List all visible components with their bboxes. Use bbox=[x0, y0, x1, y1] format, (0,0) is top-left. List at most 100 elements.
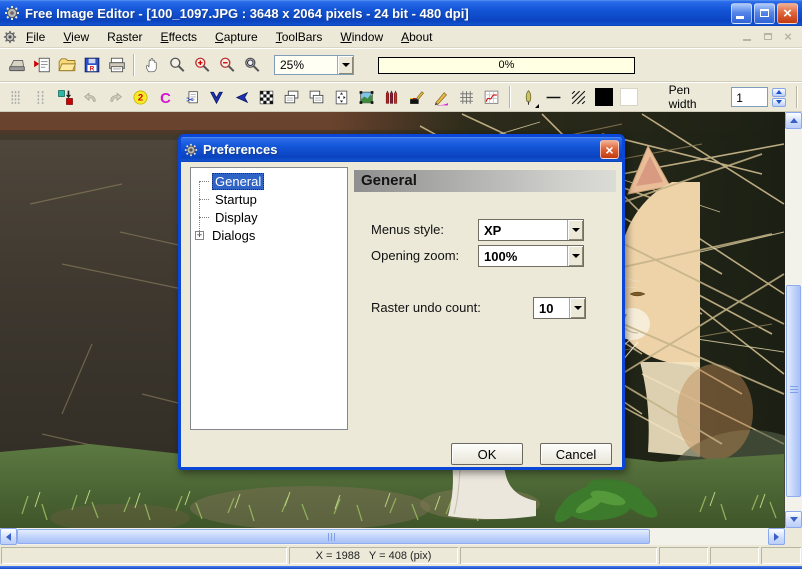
print-button[interactable] bbox=[104, 52, 129, 78]
pen-width-down-button[interactable] bbox=[771, 97, 786, 107]
save-button[interactable]: R bbox=[79, 52, 104, 78]
close-button[interactable]: × bbox=[777, 2, 798, 24]
opening-zoom-combo[interactable]: 100% bbox=[478, 245, 584, 267]
save-icon: R bbox=[84, 57, 99, 73]
menu-view[interactable]: View bbox=[54, 27, 98, 47]
image-frame-button[interactable] bbox=[355, 85, 378, 109]
chevron-down-icon bbox=[789, 517, 798, 522]
crayons-button[interactable] bbox=[380, 85, 403, 109]
scan-button[interactable] bbox=[4, 52, 29, 78]
pen-width-label: Pen width bbox=[668, 83, 697, 111]
undo-button[interactable] bbox=[79, 85, 102, 109]
row-guides-button[interactable] bbox=[29, 85, 52, 109]
open-button[interactable] bbox=[54, 52, 79, 78]
rotate-c-button[interactable]: C bbox=[154, 85, 177, 109]
histogram-button[interactable] bbox=[480, 85, 503, 109]
draw-pencil-button[interactable] bbox=[430, 85, 453, 109]
dialog-close-button[interactable]: × bbox=[600, 140, 619, 159]
menus-style-dropdown-button[interactable] bbox=[567, 220, 583, 240]
horizontal-scrollbar[interactable] bbox=[0, 528, 785, 545]
zoom-out-button[interactable] bbox=[214, 52, 239, 78]
color-picker-icon bbox=[410, 90, 424, 104]
horizontal-scrollbar-thumb[interactable] bbox=[17, 529, 650, 544]
dither-pattern-button[interactable] bbox=[255, 85, 278, 109]
menu-toolbars[interactable]: ToolBars bbox=[267, 27, 332, 47]
pen-style-button[interactable] bbox=[517, 85, 540, 109]
flip-horizontal-button[interactable] bbox=[230, 85, 253, 109]
mdi-close-button[interactable]: × bbox=[780, 29, 796, 44]
menus-style-combo[interactable]: XP bbox=[478, 219, 584, 241]
chevron-down-icon bbox=[341, 63, 350, 67]
scroll-up-button[interactable] bbox=[785, 112, 802, 129]
zoom-tool-button[interactable] bbox=[164, 52, 189, 78]
tree-item-dialogs[interactable]: + Dialogs bbox=[191, 226, 347, 244]
chevron-down-icon bbox=[571, 228, 580, 232]
new-image-button[interactable] bbox=[29, 52, 54, 78]
chevron-down-icon bbox=[571, 254, 580, 258]
ok-button[interactable]: OK bbox=[451, 443, 523, 465]
column-guides-button[interactable] bbox=[4, 85, 27, 109]
toolbar-separator bbox=[133, 54, 135, 76]
flip-vertical-button[interactable] bbox=[205, 85, 228, 109]
raster-undo-dropdown-button[interactable] bbox=[569, 298, 585, 318]
print-icon bbox=[108, 57, 125, 73]
send-backward-button[interactable] bbox=[305, 85, 328, 109]
chevron-right-icon bbox=[774, 532, 779, 541]
menu-about[interactable]: About bbox=[392, 27, 441, 47]
tree-connector bbox=[199, 216, 209, 218]
color-swap-button[interactable] bbox=[54, 85, 77, 109]
scrollbar-corner bbox=[785, 528, 802, 545]
progress-bar: 0% bbox=[378, 57, 635, 74]
background-color-button[interactable] bbox=[618, 85, 641, 109]
hatch-fill-button[interactable] bbox=[567, 85, 590, 109]
tree-item-general[interactable]: General bbox=[191, 172, 347, 190]
tree-item-label: Display bbox=[215, 209, 258, 225]
hand-tool-button[interactable] bbox=[139, 52, 164, 78]
scroll-left-button[interactable] bbox=[0, 528, 17, 545]
grid-button[interactable] bbox=[455, 85, 478, 109]
tree-item-startup[interactable]: Startup bbox=[191, 190, 347, 208]
color-picker-button[interactable] bbox=[405, 85, 428, 109]
status-bar: X = 1988 Y = 408 (pix) bbox=[0, 545, 802, 566]
status-panel-empty bbox=[761, 547, 801, 564]
title-bar: Free Image Editor - [100_1097.JPG : 3648… bbox=[0, 0, 802, 26]
restore-icon bbox=[760, 9, 769, 17]
menu-effects[interactable]: Effects bbox=[152, 27, 206, 47]
redo-button[interactable] bbox=[104, 85, 127, 109]
grid-icon bbox=[460, 90, 474, 104]
restore-button[interactable] bbox=[754, 2, 775, 24]
line-style-button[interactable] bbox=[542, 85, 565, 109]
minimize-button[interactable] bbox=[731, 2, 752, 24]
scroll-right-button[interactable] bbox=[768, 528, 785, 545]
menu-file[interactable]: File bbox=[17, 27, 54, 47]
resize-canvas-button[interactable] bbox=[330, 85, 353, 109]
menu-raster[interactable]: Raster bbox=[98, 27, 151, 47]
flip-horizontal-icon bbox=[235, 91, 248, 103]
opening-zoom-dropdown-button[interactable] bbox=[567, 246, 583, 266]
zoom-level-combo[interactable]: 25% bbox=[274, 55, 354, 75]
window-title: Free Image Editor - [100_1097.JPG : 3648… bbox=[25, 5, 469, 21]
mdi-restore-button[interactable] bbox=[760, 30, 776, 44]
new-from-clipboard-icon bbox=[33, 57, 50, 73]
raster-undo-count-combo[interactable]: 10 bbox=[533, 297, 586, 319]
menu-capture[interactable]: Capture bbox=[206, 27, 267, 47]
chevron-down-icon bbox=[775, 100, 782, 104]
cut-region-button[interactable]: ✂ bbox=[179, 85, 202, 109]
menu-window[interactable]: Window bbox=[331, 27, 392, 47]
vertical-scrollbar[interactable] bbox=[785, 112, 802, 528]
zoom-combo-dropdown-button[interactable] bbox=[337, 56, 353, 74]
zoom-special-button[interactable] bbox=[239, 52, 264, 78]
scroll-down-button[interactable] bbox=[785, 511, 802, 528]
mdi-minimize-button[interactable] bbox=[740, 30, 756, 44]
tree-item-display[interactable]: Display bbox=[191, 208, 347, 226]
rotate-180-button[interactable]: 2 bbox=[129, 85, 152, 109]
pen-width-up-button[interactable] bbox=[771, 87, 786, 97]
vertical-scrollbar-thumb[interactable] bbox=[786, 285, 801, 497]
document-gear-icon bbox=[3, 30, 17, 43]
pen-width-input[interactable]: 1 bbox=[731, 87, 768, 107]
cancel-button[interactable]: Cancel bbox=[540, 443, 612, 465]
zoom-in-button[interactable] bbox=[189, 52, 214, 78]
bring-forward-button[interactable] bbox=[280, 85, 303, 109]
foreground-color-button[interactable] bbox=[592, 85, 615, 109]
expand-icon[interactable]: + bbox=[195, 230, 204, 240]
